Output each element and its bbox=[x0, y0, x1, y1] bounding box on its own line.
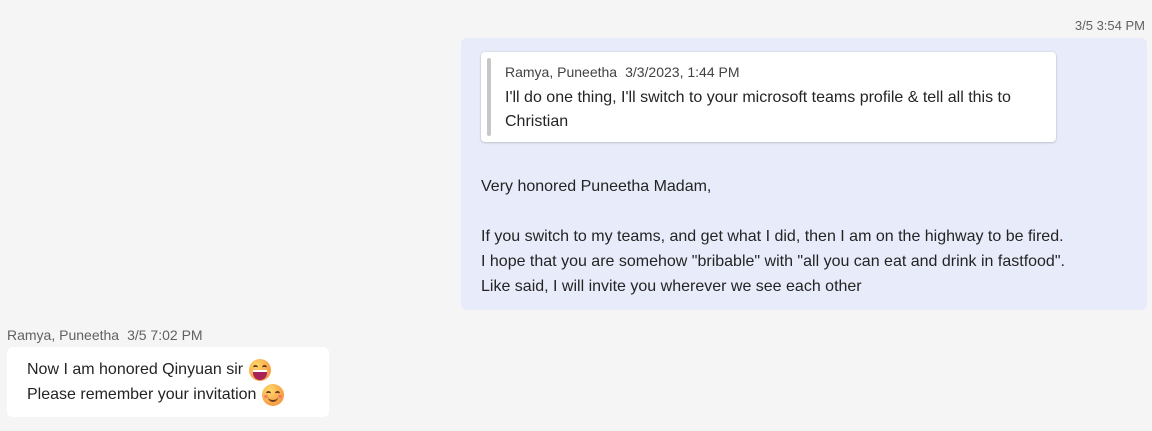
quote-text: I'll do one thing, I'll switch to your m… bbox=[505, 89, 1011, 130]
outgoing-message-body: Very honored Puneetha Madam, If you swit… bbox=[481, 174, 1141, 299]
grinning-face-emoji-icon bbox=[249, 359, 272, 381]
incoming-message-bubble[interactable]: Now I am honored Qinyuan sir Please reme… bbox=[7, 347, 329, 417]
message-line: Like said, I will invite you wherever we… bbox=[481, 278, 862, 295]
quote-meta: Ramya, Puneetha 3/3/2023, 1:44 PM bbox=[505, 64, 740, 80]
message-line: If you switch to my teams, and get what … bbox=[481, 228, 1064, 245]
smiling-face-emoji-icon bbox=[262, 384, 285, 406]
incoming-line-text: Please remember your invitation bbox=[27, 386, 257, 403]
incoming-message-line: Now I am honored Qinyuan sir bbox=[27, 358, 272, 382]
quoted-reply-card[interactable]: Ramya, Puneetha 3/3/2023, 1:44 PM I'll do… bbox=[481, 52, 1056, 142]
quote-author: Ramya, Puneetha bbox=[505, 64, 618, 80]
incoming-message-meta: Ramya, Puneetha 3/5 7:02 PM bbox=[7, 327, 203, 343]
incoming-author: Ramya, Puneetha bbox=[7, 327, 120, 343]
quote-indicator-bar bbox=[487, 58, 491, 136]
incoming-timestamp: 3/5 7:02 PM bbox=[127, 327, 203, 343]
message-greeting: Very honored Puneetha Madam, bbox=[481, 178, 712, 195]
outgoing-message-timestamp: 3/5 3:54 PM bbox=[1074, 18, 1145, 33]
outgoing-message-bubble[interactable]: Ramya, Puneetha 3/3/2023, 1:44 PM I'll do… bbox=[461, 38, 1147, 310]
incoming-line-text: Now I am honored Qinyuan sir bbox=[27, 361, 244, 378]
incoming-message-line: Please remember your invitation bbox=[27, 383, 285, 407]
message-line: I hope that you are somehow "bribable" w… bbox=[481, 253, 1065, 270]
quote-timestamp: 3/3/2023, 1:44 PM bbox=[625, 64, 740, 80]
